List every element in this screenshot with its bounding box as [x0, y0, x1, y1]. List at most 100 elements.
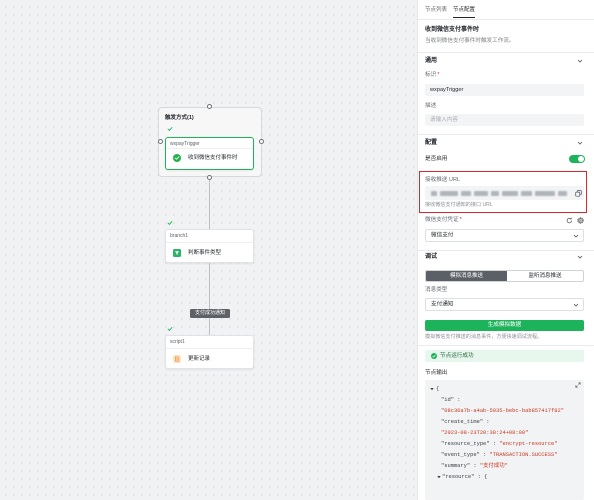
description-label: 描述: [425, 102, 437, 109]
workflow-canvas[interactable]: 触发方式(1) wxpayTrigger 收到微信支付事件时 branch1 判…: [0, 0, 417, 500]
config-panel: 节点列表 节点配置 收到微信支付事件时 当收到微信支付事件时触发工作流。 通用 …: [417, 0, 594, 500]
message-type-select[interactable]: 支付通知: [425, 298, 584, 311]
identifier-label-text: 标识: [425, 71, 437, 78]
section-general-title[interactable]: 通用: [425, 58, 437, 65]
json-sep: :: [470, 462, 480, 469]
trigger-group-top-port[interactable]: [206, 103, 212, 109]
json-key: "event_type": [441, 451, 480, 458]
trigger-group-bottom-port[interactable]: [206, 174, 212, 180]
json-line: "resource" : {: [430, 472, 580, 483]
json-sep: :: [489, 440, 500, 447]
chevron-down-icon: [573, 302, 579, 308]
json-value: "支付成功": [479, 462, 508, 469]
json-brace: {: [436, 385, 440, 392]
caret-down-icon[interactable]: [437, 475, 441, 479]
active-tab-indicator: [453, 17, 475, 19]
wechat-pay-icon: [173, 153, 181, 162]
chevron-down-icon[interactable]: [577, 140, 583, 146]
json-lines: { "id" : "08c36a7b-a4ab-5035-bebc-bab857…: [430, 384, 580, 483]
json-sep: :: [483, 418, 490, 425]
refresh-icon[interactable]: [566, 217, 573, 224]
node-label: 收到微信支付事件时: [188, 154, 238, 161]
section-debug-title[interactable]: 调试: [425, 254, 437, 261]
toggle-knob: [578, 156, 584, 162]
trigger-group-right-port[interactable]: [258, 138, 264, 144]
json-value: "encrypt-resource": [499, 440, 558, 447]
url-blurred-segment: [502, 190, 518, 196]
mode-simulate-push[interactable]: 模拟消息推送: [426, 271, 507, 281]
caret-down-icon[interactable]: [430, 387, 434, 391]
gear-icon[interactable]: [577, 217, 584, 224]
json-line: "resource_type" : "encrypt-resource": [430, 439, 580, 450]
json-key: "resource_type": [441, 440, 490, 447]
url-blurred-segment: [491, 190, 499, 196]
trigger-group-title: 触发方式(1): [165, 114, 194, 121]
credential-label: 微信支付凭证*: [425, 217, 462, 224]
description-input[interactable]: [425, 114, 584, 126]
chevron-down-icon: [573, 233, 579, 239]
divider: [418, 345, 594, 346]
url-blurred-segment: [431, 190, 437, 196]
url-blurred-segment: [474, 190, 488, 196]
section-config-title[interactable]: 配置: [425, 140, 437, 147]
trigger-group-left-port[interactable]: [157, 138, 163, 144]
trigger-node-wxpay[interactable]: wxpayTrigger 收到微信支付事件时: [165, 137, 254, 170]
json-key: "create_time": [441, 418, 484, 425]
json-line: "id" :: [430, 395, 580, 406]
json-line: "summary" : "支付成功": [430, 461, 580, 472]
divider: [418, 19, 594, 20]
json-line: "create_time" :: [430, 417, 580, 428]
json-sep: :: [479, 451, 490, 458]
url-blurred-segment: [521, 190, 532, 196]
message-type-value: 支付通知: [431, 301, 454, 307]
enabled-toggle[interactable]: [569, 155, 585, 163]
url-blurred-segment: [535, 190, 555, 196]
branch-node[interactable]: branch1 判断事件类型: [165, 229, 254, 263]
debug-mode-segmented: 模拟消息推送 监听消息推送: [425, 270, 584, 282]
script-icon: [173, 355, 181, 363]
json-value: "2023-08-23T20:38:24+08:00": [441, 429, 529, 436]
generate-hint: 模拟微信支付推送的消息事件，方便快速调试流程。: [425, 334, 543, 340]
json-line: "event_type" : "TRANSACTION.SUCCESS": [430, 450, 580, 461]
node-name: branch1: [170, 233, 189, 239]
url-blurred-segment: [558, 190, 567, 196]
check-icon: [167, 326, 173, 332]
credential-select-value: 微信支付: [431, 232, 454, 238]
workflow-editor: 触发方式(1) wxpayTrigger 收到微信支付事件时 branch1 判…: [0, 0, 594, 500]
json-key: "resource": [442, 473, 475, 480]
edge-branch-script: [209, 263, 210, 335]
credential-label-text: 微信支付凭证: [425, 216, 459, 223]
node-name: script1: [170, 339, 185, 345]
webhook-url-field[interactable]: [425, 186, 584, 200]
credential-select[interactable]: 微信支付: [425, 229, 584, 242]
identifier-input[interactable]: [425, 84, 584, 96]
output-json-viewer[interactable]: { "id" : "08c36a7b-a4ab-5035-bebc-bab857…: [425, 380, 584, 500]
run-status-banner: 节点运行成功: [425, 350, 584, 362]
node-label: 更新记录: [188, 355, 211, 362]
node-description: 当收到微信支付事件时触发工作流。: [425, 37, 515, 44]
tab-node-list[interactable]: 节点列表: [425, 7, 447, 14]
json-value: "TRANSACTION.SUCCESS": [489, 451, 558, 458]
edge-condition-label[interactable]: 支付成功通知: [190, 308, 230, 318]
json-key: "id": [441, 396, 454, 403]
edge-trigger-branch: [209, 180, 210, 229]
chevron-down-icon[interactable]: [577, 254, 583, 260]
chevron-down-icon[interactable]: [577, 58, 583, 64]
node-title: 收到微信支付事件时: [425, 26, 480, 33]
url-blurred-segment: [440, 190, 458, 196]
webhook-url-hint: 接收微信支付通知的接口 URL: [425, 201, 493, 208]
copy-icon[interactable]: [575, 189, 582, 197]
json-sep: : {: [474, 473, 488, 480]
check-icon: [167, 220, 173, 226]
json-line: "08c36a7b-a4ab-5035-bebc-bab857417f82": [430, 406, 580, 417]
run-status-text: 节点运行成功: [440, 352, 474, 359]
script-node[interactable]: script1 更新记录: [165, 335, 254, 369]
generate-mock-data-button[interactable]: 生成模拟数据: [425, 320, 584, 331]
mode-listen-push[interactable]: 监听消息推送: [507, 271, 583, 281]
json-line: "2023-08-23T20:38:24+08:00": [430, 428, 580, 439]
tab-node-config[interactable]: 节点配置: [453, 7, 475, 14]
required-mark: *: [459, 216, 462, 223]
filter-icon: [173, 249, 181, 257]
json-line: {: [430, 384, 580, 395]
check-circle-icon: [431, 353, 437, 359]
